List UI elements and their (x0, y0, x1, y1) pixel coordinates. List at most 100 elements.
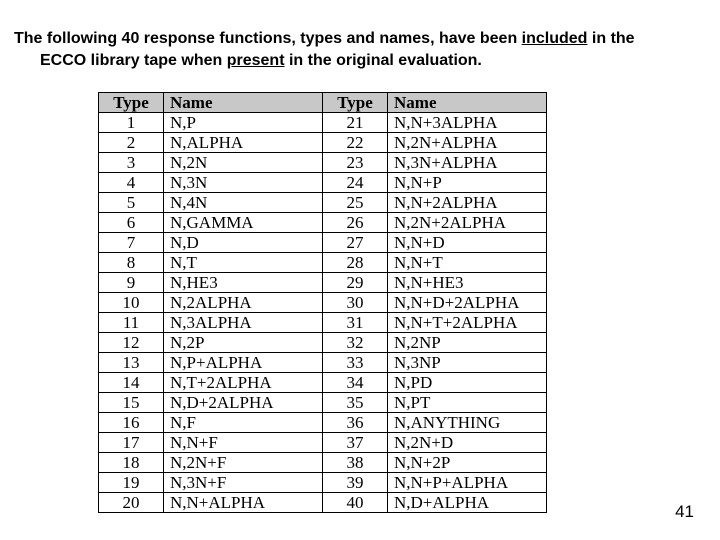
cell-type: 13 (99, 353, 164, 373)
cell-type: 7 (99, 233, 164, 253)
cell-type: 39 (323, 473, 388, 493)
table-row: 8N,T28N,N+T (99, 253, 547, 273)
cell-type: 26 (323, 213, 388, 233)
cell-type: 18 (99, 453, 164, 473)
table-row: 10N,2ALPHA30N,N+D+2ALPHA (99, 293, 547, 313)
col-type-1: Type (99, 93, 164, 113)
cell-type: 10 (99, 293, 164, 313)
cell-name: N,3ALPHA (164, 313, 323, 333)
table-row: 12N,2P32N,2NP (99, 333, 547, 353)
intro-text: The following 40 response functions, typ… (14, 28, 704, 71)
cell-name: N,2ALPHA (164, 293, 323, 313)
cell-name: N,N+D+2ALPHA (388, 293, 547, 313)
cell-type: 15 (99, 393, 164, 413)
cell-name: N,N+ALPHA (164, 493, 323, 513)
cell-type: 36 (323, 413, 388, 433)
cell-type: 19 (99, 473, 164, 493)
cell-name: N,N+T+2ALPHA (388, 313, 547, 333)
cell-name: N,HE3 (164, 273, 323, 293)
cell-name: N,T+2ALPHA (164, 373, 323, 393)
cell-name: N,N+F (164, 433, 323, 453)
cell-type: 40 (323, 493, 388, 513)
cell-name: N,ALPHA (164, 133, 323, 153)
cell-type: 27 (323, 233, 388, 253)
cell-name: N,D+ALPHA (388, 493, 547, 513)
table-row: 3N,2N23N,3N+ALPHA (99, 153, 547, 173)
cell-type: 28 (323, 253, 388, 273)
cell-type: 5 (99, 193, 164, 213)
cell-type: 24 (323, 173, 388, 193)
cell-type: 2 (99, 133, 164, 153)
table-row: 11N,3ALPHA31N,N+T+2ALPHA (99, 313, 547, 333)
intro-line1-c: in the (587, 30, 634, 47)
cell-name: N,ANYTHING (388, 413, 547, 433)
cell-type: 34 (323, 373, 388, 393)
cell-type: 25 (323, 193, 388, 213)
table-row: 18N,2N+F38N,N+2P (99, 453, 547, 473)
cell-name: N,P+ALPHA (164, 353, 323, 373)
cell-type: 32 (323, 333, 388, 353)
cell-name: N,3N+F (164, 473, 323, 493)
cell-type: 22 (323, 133, 388, 153)
intro-line1-a: The following 40 response functions, typ… (14, 30, 522, 47)
cell-name: N,N+2P (388, 453, 547, 473)
cell-name: N,2N+2ALPHA (388, 213, 547, 233)
col-name-2: Name (388, 93, 547, 113)
table-row: 16N,F36N,ANYTHING (99, 413, 547, 433)
cell-name: N,P (164, 113, 323, 133)
table-row: 7N,D27N,N+D (99, 233, 547, 253)
cell-type: 21 (323, 113, 388, 133)
table-row: 9N,HE329N,N+HE3 (99, 273, 547, 293)
cell-name: N,N+T (388, 253, 547, 273)
cell-type: 33 (323, 353, 388, 373)
intro-line2-c: in the original evaluation. (285, 52, 482, 69)
page-number: 41 (675, 502, 694, 522)
table-body: 1N,P21N,N+3ALPHA2N,ALPHA22N,2N+ALPHA3N,2… (99, 113, 547, 513)
cell-type: 1 (99, 113, 164, 133)
cell-type: 20 (99, 493, 164, 513)
cell-type: 9 (99, 273, 164, 293)
cell-name: N,N+D (388, 233, 547, 253)
col-name-1: Name (164, 93, 323, 113)
cell-type: 38 (323, 453, 388, 473)
intro-line1-b: included (522, 30, 588, 47)
cell-type: 37 (323, 433, 388, 453)
cell-name: N,3N+ALPHA (388, 153, 547, 173)
table-row: 1N,P21N,N+3ALPHA (99, 113, 547, 133)
cell-name: N,4N (164, 193, 323, 213)
cell-type: 3 (99, 153, 164, 173)
cell-name: N,F (164, 413, 323, 433)
cell-name: N,N+3ALPHA (388, 113, 547, 133)
intro-line2-a: ECCO library tape when (40, 52, 227, 69)
cell-type: 30 (323, 293, 388, 313)
cell-name: N,N+2ALPHA (388, 193, 547, 213)
table-row: 15N,D+2ALPHA35N,PT (99, 393, 547, 413)
cell-name: N,2N+D (388, 433, 547, 453)
cell-type: 6 (99, 213, 164, 233)
cell-type: 11 (99, 313, 164, 333)
cell-name: N,PT (388, 393, 547, 413)
cell-name: N,2P (164, 333, 323, 353)
table-row: 20N,N+ALPHA40N,D+ALPHA (99, 493, 547, 513)
cell-name: N,2N (164, 153, 323, 173)
table-row: 13N,P+ALPHA33N,3NP (99, 353, 547, 373)
cell-name: N,N+P (388, 173, 547, 193)
cell-name: N,PD (388, 373, 547, 393)
cell-name: N,T (164, 253, 323, 273)
cell-type: 35 (323, 393, 388, 413)
cell-type: 31 (323, 313, 388, 333)
cell-type: 16 (99, 413, 164, 433)
cell-name: N,2N+ALPHA (388, 133, 547, 153)
intro-line2-b: present (227, 52, 285, 69)
cell-type: 12 (99, 333, 164, 353)
cell-type: 17 (99, 433, 164, 453)
cell-name: N,2NP (388, 333, 547, 353)
cell-type: 23 (323, 153, 388, 173)
table-row: 6N,GAMMA26N,2N+2ALPHA (99, 213, 547, 233)
cell-name: N,2N+F (164, 453, 323, 473)
cell-name: N,N+P+ALPHA (388, 473, 547, 493)
table-row: 14N,T+2ALPHA34N,PD (99, 373, 547, 393)
cell-name: N,3N (164, 173, 323, 193)
cell-type: 8 (99, 253, 164, 273)
col-type-2: Type (323, 93, 388, 113)
